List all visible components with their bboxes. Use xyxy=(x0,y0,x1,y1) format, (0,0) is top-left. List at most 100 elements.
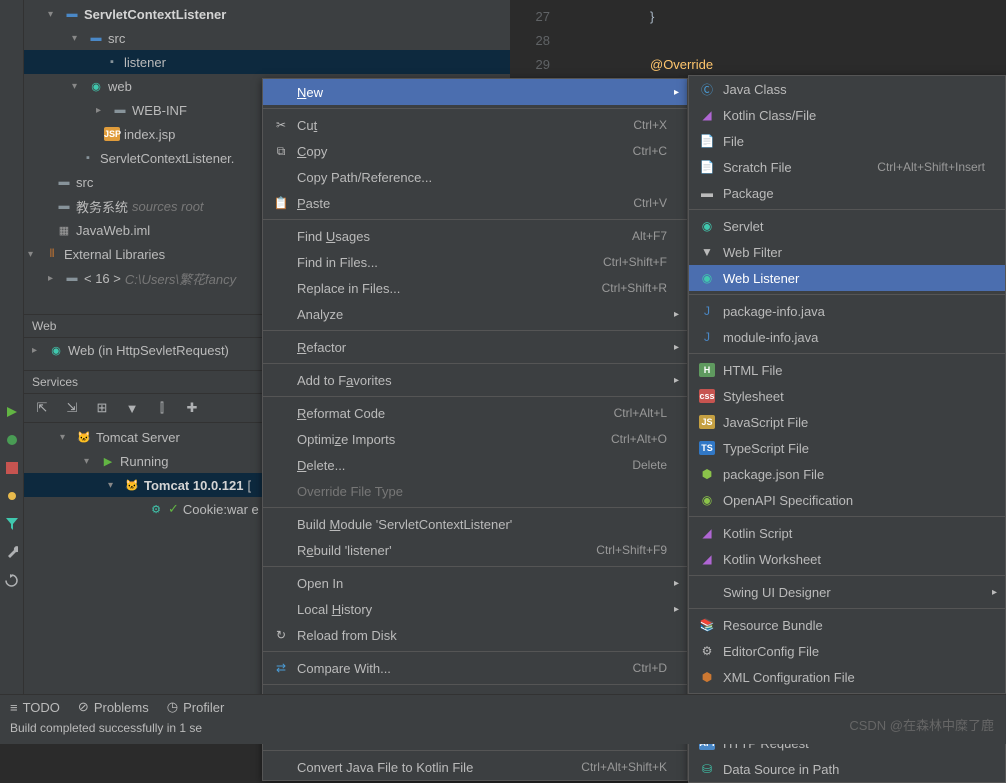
scratch-icon: 📄 xyxy=(697,160,717,174)
package-icon: ▬ xyxy=(697,186,717,200)
tab-profiler[interactable]: ◷Profiler xyxy=(167,699,225,715)
filter-icon[interactable] xyxy=(5,517,19,531)
new-html[interactable]: HHTML File xyxy=(689,357,1005,383)
new-java-class[interactable]: ⒸJava Class xyxy=(689,76,1005,102)
menu-new[interactable]: New▸ xyxy=(263,79,687,105)
tree-module[interactable]: ▾▬ServletContextListener xyxy=(24,2,510,26)
ts-icon: TS xyxy=(697,441,717,455)
context-menu: New▸ ✂CutCtrl+X ⧉CopyCtrl+C Copy Path/Re… xyxy=(262,78,688,781)
stop-icon[interactable] xyxy=(5,461,19,475)
new-servlet[interactable]: ◉Servlet xyxy=(689,213,1005,239)
menu-cut[interactable]: ✂CutCtrl+X xyxy=(263,112,687,138)
menu-paste[interactable]: 📋PasteCtrl+V xyxy=(263,190,687,216)
filter-icon[interactable]: ▼ xyxy=(122,398,142,418)
xml-icon: ⬢ xyxy=(697,670,717,684)
menu-convert-kotlin[interactable]: Convert Java File to Kotlin FileCtrl+Alt… xyxy=(263,754,687,780)
tab-problems[interactable]: ⊘Problems xyxy=(78,699,149,715)
menu-build-module[interactable]: Build Module 'ServletContextListener' xyxy=(263,511,687,537)
servlet-icon: ◉ xyxy=(697,219,717,233)
profiler-icon: ◷ xyxy=(167,699,178,715)
new-scratch[interactable]: 📄Scratch FileCtrl+Alt+Shift+Insert xyxy=(689,154,1005,180)
wrench-icon[interactable] xyxy=(5,545,19,559)
menu-open-in[interactable]: Open In▸ xyxy=(263,570,687,596)
new-openapi[interactable]: ◉OpenAPI Specification xyxy=(689,487,1005,513)
menu-delete[interactable]: Delete...Delete xyxy=(263,452,687,478)
tree-icon[interactable]: ⊞ xyxy=(92,398,112,418)
css-icon: css xyxy=(697,389,717,403)
new-file[interactable]: 📄File xyxy=(689,128,1005,154)
new-datasource[interactable]: ⛁Data Source in Path xyxy=(689,756,1005,782)
code-text: @Override xyxy=(570,57,713,72)
reload-icon: ↻ xyxy=(271,628,291,642)
new-js[interactable]: JSJavaScript File xyxy=(689,409,1005,435)
menu-copy[interactable]: ⧉CopyCtrl+C xyxy=(263,138,687,164)
menu-local-history[interactable]: Local History▸ xyxy=(263,596,687,622)
file-icon: 📄 xyxy=(697,134,717,148)
menu-refactor[interactable]: Refactor▸ xyxy=(263,334,687,360)
problems-icon: ⊘ xyxy=(78,699,89,715)
new-weblistener[interactable]: ◉Web Listener xyxy=(689,265,1005,291)
new-package[interactable]: ▬Package xyxy=(689,180,1005,206)
java-icon: J xyxy=(697,304,717,318)
new-pkginfo[interactable]: Jpackage-info.java xyxy=(689,298,1005,324)
db-icon: ⛁ xyxy=(697,762,717,776)
new-modinfo[interactable]: Jmodule-info.java xyxy=(689,324,1005,350)
kotlin-icon: ◢ xyxy=(697,526,717,540)
new-kscript[interactable]: ◢Kotlin Script xyxy=(689,520,1005,546)
layout-icon[interactable]: ⫿ xyxy=(152,398,172,418)
listener-icon: ◉ xyxy=(697,271,717,285)
rerun-icon[interactable] xyxy=(5,405,19,419)
code-text: } xyxy=(570,9,654,24)
npm-icon: ⬢ xyxy=(697,467,717,481)
js-icon: JS xyxy=(697,415,717,429)
new-webfilter[interactable]: ▼Web Filter xyxy=(689,239,1005,265)
line-number: 29 xyxy=(510,57,570,72)
menu-copy-path[interactable]: Copy Path/Reference... xyxy=(263,164,687,190)
menu-find-usages[interactable]: Find UsagesAlt+F7 xyxy=(263,223,687,249)
java-icon: J xyxy=(697,330,717,344)
compare-icon: ⇄ xyxy=(271,661,291,675)
add-icon[interactable]: ✚ xyxy=(182,398,202,418)
copy-icon: ⧉ xyxy=(271,144,291,159)
line-number: 28 xyxy=(510,33,570,48)
new-stylesheet[interactable]: cssStylesheet xyxy=(689,383,1005,409)
tab-todo[interactable]: ≡TODO xyxy=(10,700,60,715)
kotlin-icon: ◢ xyxy=(697,552,717,566)
new-editorconfig[interactable]: ⚙EditorConfig File xyxy=(689,638,1005,664)
class-icon: Ⓒ xyxy=(697,81,717,98)
menu-rebuild[interactable]: Rebuild 'listener'Ctrl+Shift+F9 xyxy=(263,537,687,563)
tree-folder-listener[interactable]: ▪listener xyxy=(24,50,510,74)
left-gutter xyxy=(0,0,24,744)
menu-analyze[interactable]: Analyze▸ xyxy=(263,301,687,327)
collapse-icon[interactable]: ⇲ xyxy=(62,398,82,418)
menu-override-ft: Override File Type xyxy=(263,478,687,504)
menu-replace-files[interactable]: Replace in Files...Ctrl+Shift+R xyxy=(263,275,687,301)
menu-find-files[interactable]: Find in Files...Ctrl+Shift+F xyxy=(263,249,687,275)
debug-icon[interactable] xyxy=(5,433,19,447)
html-icon: H xyxy=(697,363,717,377)
refresh-icon[interactable] xyxy=(5,573,19,587)
dot-icon[interactable] xyxy=(5,489,19,503)
filter-icon: ▼ xyxy=(697,245,717,259)
new-pkgjson[interactable]: ⬢package.json File xyxy=(689,461,1005,487)
kotlin-icon: ◢ xyxy=(697,108,717,122)
new-swing[interactable]: Swing UI Designer▸ xyxy=(689,579,1005,605)
menu-favorites[interactable]: Add to Favorites▸ xyxy=(263,367,687,393)
paste-icon: 📋 xyxy=(271,196,291,210)
menu-compare[interactable]: ⇄Compare With...Ctrl+D xyxy=(263,655,687,681)
todo-icon: ≡ xyxy=(10,700,18,715)
new-ts[interactable]: TSTypeScript File xyxy=(689,435,1005,461)
line-number: 27 xyxy=(510,9,570,24)
menu-reformat[interactable]: Reformat CodeCtrl+Alt+L xyxy=(263,400,687,426)
new-xmlconfig[interactable]: ⬢XML Configuration File xyxy=(689,664,1005,690)
expand-icon[interactable]: ⇱ xyxy=(32,398,52,418)
menu-optimize[interactable]: Optimize ImportsCtrl+Alt+O xyxy=(263,426,687,452)
openapi-icon: ◉ xyxy=(697,493,717,507)
bundle-icon: 📚 xyxy=(697,618,717,632)
new-kotlin-class[interactable]: ◢Kotlin Class/File xyxy=(689,102,1005,128)
tree-folder-src[interactable]: ▾▬src xyxy=(24,26,510,50)
new-kworksheet[interactable]: ◢Kotlin Worksheet xyxy=(689,546,1005,572)
new-resbundle[interactable]: 📚Resource Bundle xyxy=(689,612,1005,638)
new-submenu: ⒸJava Class ◢Kotlin Class/File 📄File 📄Sc… xyxy=(688,75,1006,783)
menu-reload[interactable]: ↻Reload from Disk xyxy=(263,622,687,648)
